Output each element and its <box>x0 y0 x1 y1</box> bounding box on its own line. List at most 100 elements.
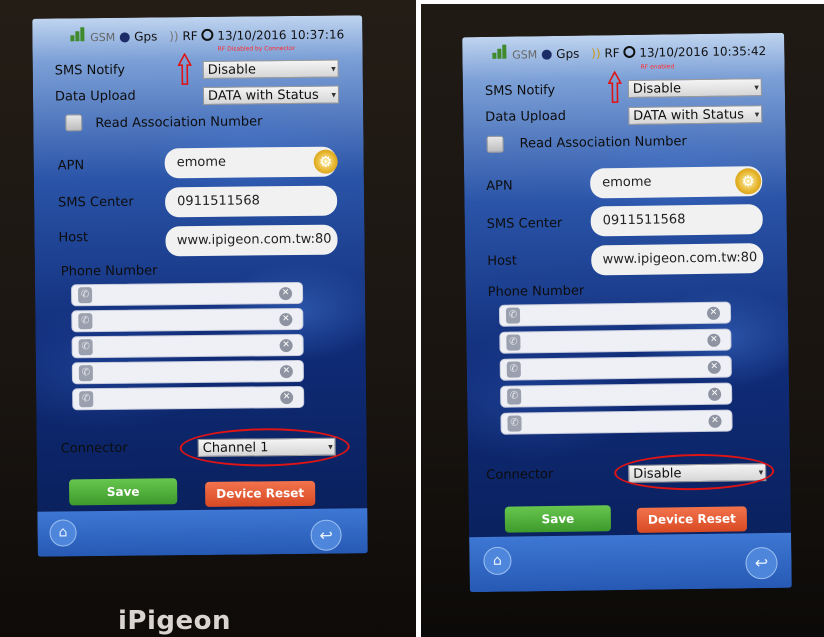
phone-icon: ✆ <box>507 415 522 432</box>
dropdown-arrow-icon: ▾ <box>331 64 336 75</box>
phone-number-label: Phone Number <box>60 263 158 280</box>
phone-icon: ✆ <box>506 334 521 351</box>
device-reset-button[interactable]: Device Reset <box>205 480 316 507</box>
gsm-signal-icon <box>492 44 508 59</box>
apn-field[interactable]: emome <box>164 146 337 179</box>
sms-center-field[interactable]: 0911511568 <box>164 185 338 218</box>
clear-icon[interactable]: ✕ <box>706 306 721 320</box>
data-upload-label: Data Upload <box>485 108 567 125</box>
sms-notify-label: SMS Notify <box>484 82 556 99</box>
dropdown-arrow-icon: ▾ <box>754 110 760 121</box>
sms-center-label: SMS Center <box>486 215 563 232</box>
data-upload-label: Data Upload <box>54 88 136 105</box>
host-value: www.ipigeon.com.tw:80 <box>176 231 332 249</box>
gps-label: Gps <box>134 29 158 44</box>
data-upload-value: DATA with Status <box>207 87 319 104</box>
bottom-bar: ⌂ ↩ <box>469 532 792 593</box>
phone-field-4[interactable]: ✆ ✕ <box>500 382 733 408</box>
gps-label: Gps <box>556 46 580 61</box>
sms-notify-select[interactable]: Disable ▾ <box>627 78 762 98</box>
host-value: www.ipigeon.com.tw:80 <box>602 250 758 268</box>
save-button[interactable]: Save <box>504 505 612 533</box>
annotation-ellipse <box>613 452 775 492</box>
phone-icon: ✆ <box>78 313 93 330</box>
back-icon[interactable]: ↩ <box>745 546 778 580</box>
datetime: 13/10/2016 10:37:16 <box>217 27 345 43</box>
sms-notify-value: Disable <box>632 81 682 97</box>
brand-logo: iPigeon <box>118 606 231 636</box>
clear-icon[interactable]: ✕ <box>708 414 722 428</box>
save-button[interactable]: Save <box>69 478 178 506</box>
rf-label: RF <box>182 29 198 44</box>
phone-field-3[interactable]: ✆ ✕ <box>499 355 732 381</box>
status-bar: GSM ● Gps )) RF 13/10/2016 10:37:16 <box>70 24 344 45</box>
data-upload-value: DATA with Status <box>633 107 745 124</box>
read-association-checkbox[interactable] <box>486 135 504 153</box>
clock-icon <box>201 28 214 41</box>
rf-signal-icon: )) <box>591 46 601 61</box>
phone-icon: ✆ <box>78 365 93 382</box>
dropdown-arrow-icon: ▾ <box>754 83 759 94</box>
home-icon[interactable]: ⌂ <box>483 546 512 576</box>
clear-icon[interactable]: ✕ <box>707 360 721 374</box>
gsm-label: GSM <box>512 48 538 62</box>
sms-center-value: 0911511568 <box>177 193 260 210</box>
phone-field-5[interactable]: ✆ ✕ <box>500 409 733 435</box>
device-reset-button[interactable]: Device Reset <box>636 506 748 533</box>
clear-icon[interactable]: ✕ <box>280 391 294 405</box>
sms-center-field[interactable]: 0911511568 <box>590 204 763 237</box>
clear-icon[interactable]: ✕ <box>279 339 293 353</box>
clear-icon[interactable]: ✕ <box>279 313 293 327</box>
map-pin-icon: ● <box>540 47 553 63</box>
home-icon[interactable]: ⌂ <box>49 519 77 547</box>
phone-icon: ✆ <box>78 287 93 304</box>
phone-icon: ✆ <box>78 339 93 356</box>
phone-field-1[interactable]: ✆ ✕ <box>498 301 732 327</box>
phone-icon: ✆ <box>505 307 521 324</box>
rf-annotation: RF Disabled by Connector <box>217 44 296 53</box>
gsm-signal-icon <box>70 27 86 42</box>
left-photo: GSM ● Gps )) RF 13/10/2016 10:37:16 RF D… <box>0 0 416 637</box>
phone-field-3[interactable]: ✆ ✕ <box>71 333 304 359</box>
connector-label: Connector <box>486 467 554 483</box>
data-upload-select[interactable]: DATA with Status ▾ <box>628 105 763 125</box>
device-screen: GSM ● Gps )) RF 13/10/2016 10:37:16 RF D… <box>32 15 368 557</box>
annotation-arrow <box>177 53 192 85</box>
phone-field-2[interactable]: ✆ ✕ <box>71 307 304 333</box>
clear-icon[interactable]: ✕ <box>279 365 293 379</box>
read-association-checkbox[interactable] <box>65 114 83 132</box>
phone-field-4[interactable]: ✆ ✕ <box>71 359 305 385</box>
sms-notify-value: Disable <box>207 62 257 78</box>
phone-icon: ✆ <box>506 361 521 378</box>
clear-icon[interactable]: ✕ <box>279 287 293 301</box>
phone-field-1[interactable]: ✆ ✕ <box>70 281 304 307</box>
phone-icon: ✆ <box>507 388 522 405</box>
read-association-label: Read Association Number <box>519 134 687 152</box>
sms-center-label: SMS Center <box>58 194 134 211</box>
gear-icon[interactable]: ⚙ <box>313 149 338 174</box>
map-pin-icon: ● <box>118 29 131 45</box>
device-screen: GSM ● Gps )) RF 13/10/2016 10:35:42 RF e… <box>462 32 792 593</box>
clear-icon[interactable]: ✕ <box>708 387 722 401</box>
clear-icon[interactable]: ✕ <box>707 333 721 347</box>
sms-notify-select[interactable]: Disable ▾ <box>202 59 339 79</box>
sms-notify-label: SMS Notify <box>54 62 126 79</box>
status-bar: GSM ● Gps )) RF 13/10/2016 10:35:42 <box>492 41 766 63</box>
rf-annotation: RF enabled <box>640 63 675 71</box>
back-icon[interactable]: ↩ <box>310 519 342 551</box>
apn-label: APN <box>57 158 85 174</box>
annotation-arrow <box>607 71 623 103</box>
annotation-ellipse <box>179 427 350 468</box>
clock-icon <box>623 45 636 59</box>
host-field[interactable]: www.ipigeon.com.tw:80 <box>591 243 764 276</box>
datetime: 13/10/2016 10:35:42 <box>639 44 767 60</box>
sms-center-value: 0911511568 <box>602 212 686 229</box>
phone-field-2[interactable]: ✆ ✕ <box>499 328 732 354</box>
apn-label: APN <box>486 178 513 194</box>
bottom-bar: ⌂ ↩ <box>37 508 368 557</box>
phone-field-5[interactable]: ✆ ✕ <box>72 385 305 411</box>
connector-label: Connector <box>60 440 128 457</box>
phone-number-label: Phone Number <box>487 283 585 300</box>
host-field[interactable]: www.ipigeon.com.tw:80 <box>165 224 338 257</box>
data-upload-select[interactable]: DATA with Status ▾ <box>202 85 340 105</box>
